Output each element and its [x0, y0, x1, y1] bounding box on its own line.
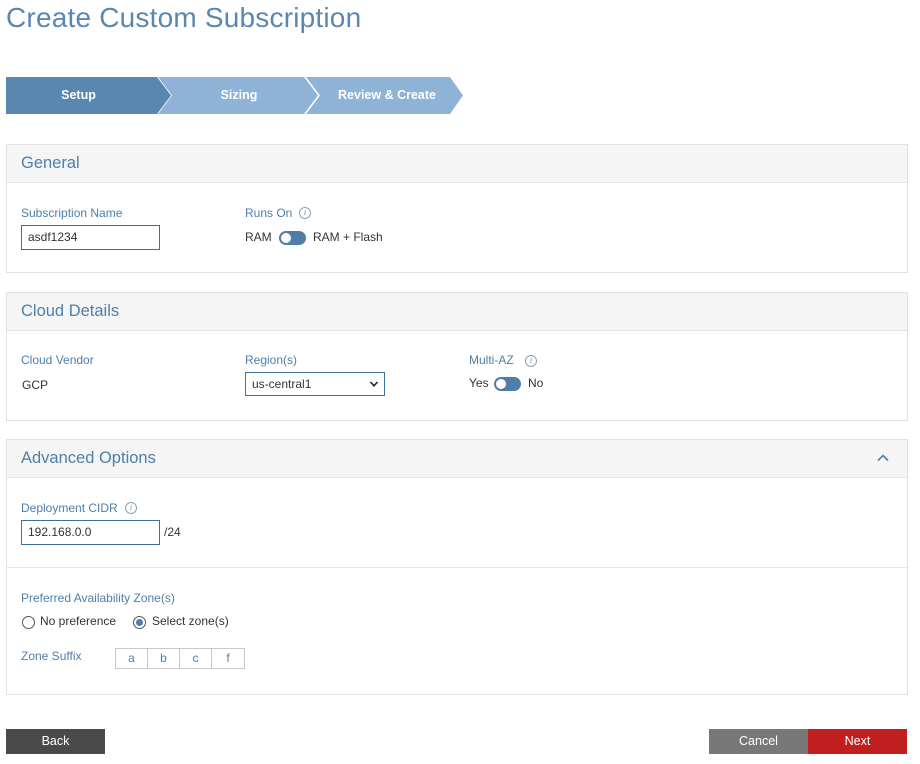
subscription-name-input[interactable]: asdf1234: [21, 225, 160, 250]
runs-on-toggle[interactable]: [279, 231, 306, 245]
cidr-suffix: /24: [164, 525, 181, 539]
divider: [7, 567, 907, 568]
deployment-cidr-input[interactable]: 192.168.0.0: [21, 520, 160, 545]
subscription-name-label: Subscription Name: [21, 206, 123, 220]
section-header[interactable]: Advanced Options: [7, 440, 907, 478]
advanced-options-section: Advanced Options Deployment CIDR i 192.1…: [6, 439, 908, 695]
wizard-steps: Setup Sizing Review & Create: [6, 77, 466, 114]
region-select-value: us-central1: [252, 377, 312, 391]
multi-az-toggle[interactable]: [494, 377, 521, 391]
zone-option-b[interactable]: b: [148, 649, 180, 668]
back-button[interactable]: Back: [6, 729, 105, 754]
section-heading: Cloud Details: [21, 302, 120, 320]
next-button[interactable]: Next: [808, 729, 907, 754]
section-header: Cloud Details: [7, 293, 907, 331]
region-select[interactable]: us-central1: [245, 372, 385, 396]
wizard-step-label: Setup: [61, 88, 96, 102]
wizard-step-label: Review & Create: [338, 88, 436, 102]
zone-option-a[interactable]: a: [116, 649, 148, 668]
cancel-button[interactable]: Cancel: [709, 729, 808, 754]
runs-on-flash-label: RAM + Flash: [313, 230, 383, 244]
info-icon[interactable]: i: [125, 502, 137, 514]
select-zones-label[interactable]: Select zone(s): [152, 614, 229, 628]
zone-suffix-label: Zone Suffix: [21, 649, 82, 663]
page-title: Create Custom Subscription: [6, 2, 362, 33]
chevron-down-icon: [369, 381, 379, 387]
zone-option-f[interactable]: f: [212, 649, 244, 668]
preferred-az-label: Preferred Availability Zone(s): [21, 591, 175, 605]
runs-on-label: Runs On: [245, 206, 293, 220]
cloud-details-section: Cloud Details Cloud Vendor GCP Region(s)…: [6, 292, 908, 421]
deployment-cidr-label: Deployment CIDR: [21, 501, 118, 515]
select-zones-radio[interactable]: [133, 616, 146, 629]
region-label: Region(s): [245, 353, 298, 367]
multi-az-label: Multi-AZ: [469, 353, 514, 367]
section-header: General: [7, 145, 907, 183]
info-icon[interactable]: i: [525, 355, 537, 367]
wizard-step-label: Sizing: [220, 88, 258, 102]
cloud-vendor-value: GCP: [22, 378, 49, 392]
section-heading: Advanced Options: [21, 449, 156, 467]
info-icon[interactable]: i: [299, 207, 311, 219]
multi-az-no-label: No: [528, 376, 544, 390]
cloud-vendor-label: Cloud Vendor: [21, 353, 94, 367]
no-preference-label[interactable]: No preference: [40, 614, 116, 628]
general-section: General Subscription Name asdf1234 Runs …: [6, 144, 908, 273]
no-preference-radio[interactable]: [22, 616, 35, 629]
multi-az-yes-label: Yes: [469, 376, 489, 390]
zone-suffix-group: a b c f: [115, 648, 245, 669]
chevron-up-icon[interactable]: [877, 453, 889, 463]
section-heading: General: [21, 154, 80, 172]
zone-option-c[interactable]: c: [180, 649, 212, 668]
runs-on-ram-label: RAM: [245, 230, 272, 244]
